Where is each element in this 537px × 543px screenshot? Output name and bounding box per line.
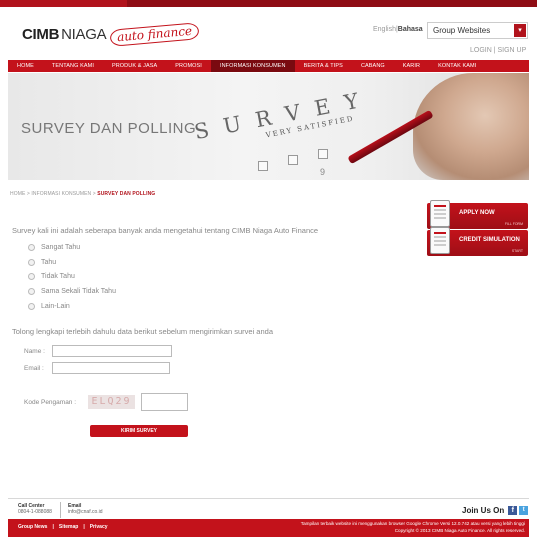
survey-option[interactable]: Lain-Lain bbox=[28, 299, 116, 314]
name-field[interactable] bbox=[52, 345, 172, 357]
radio-button[interactable] bbox=[28, 288, 35, 296]
lang-bahasa[interactable]: Bahasa bbox=[398, 26, 423, 33]
captcha-image: ELQ29 bbox=[88, 395, 135, 409]
credit-simulation-label: CREDIT SIMULATION bbox=[459, 237, 520, 243]
email-contact-value[interactable]: info@cnaf.co.id bbox=[68, 509, 103, 515]
banner-digit: 9 bbox=[320, 167, 326, 177]
logo-niaga: NIAGA bbox=[61, 26, 107, 43]
footer-link-sitemap[interactable]: Sitemap bbox=[59, 524, 78, 530]
document-icon bbox=[430, 200, 450, 227]
survey-option-label: Sangat Tahu bbox=[41, 243, 81, 251]
hand-image bbox=[413, 73, 529, 180]
email-label: Email : bbox=[24, 364, 44, 372]
captcha-input[interactable] bbox=[141, 393, 188, 411]
survey-options: Sangat Tahu Tahu Tidak Tahu Sama Sekali Tid… bbox=[28, 240, 116, 314]
apply-now-label: APPLY NOW bbox=[459, 210, 495, 216]
nav-item-informasi-konsumen[interactable]: INFORMASI KONSUMEN bbox=[210, 60, 295, 72]
security-row: Kode Pengaman : bbox=[24, 399, 76, 406]
chevron-down-icon: ▾ bbox=[514, 24, 526, 37]
survey-option-label: Tahu bbox=[41, 258, 57, 266]
footer-divider bbox=[8, 498, 529, 499]
calculator-icon bbox=[430, 227, 450, 254]
call-center-number: 0804-1-088088 bbox=[18, 509, 52, 515]
twitter-icon[interactable]: t bbox=[519, 506, 529, 515]
cimb-niaga-logo[interactable]: CIMB NIAGA auto finance bbox=[22, 22, 201, 47]
name-label: Name : bbox=[24, 347, 45, 355]
group-websites-select[interactable]: Group Websites ▾ bbox=[427, 22, 528, 39]
survey-option[interactable]: Sangat Tahu bbox=[28, 240, 116, 255]
survey-option[interactable]: Sama Sekali Tidak Tahu bbox=[28, 284, 116, 299]
email-field[interactable] bbox=[52, 362, 170, 374]
kirim-survey-button[interactable]: KIRIM SURVEY bbox=[90, 425, 188, 437]
footer-link-privacy[interactable]: Privacy bbox=[90, 524, 108, 530]
join-us: Join Us On f t bbox=[462, 506, 529, 515]
contact-divider bbox=[60, 502, 61, 518]
logo-cimb: CIMB bbox=[22, 26, 60, 43]
page-banner: SURVEY VERY SATISFIED 9 SURVEY DAN POLLI… bbox=[8, 73, 529, 180]
checkbox-graphic bbox=[258, 161, 268, 171]
breadcrumb-path[interactable]: HOME > INFORMASI KONSUMEN > bbox=[10, 191, 97, 197]
survey-option[interactable]: Tahu bbox=[28, 255, 116, 270]
email-contact: Email info@cnaf.co.id bbox=[68, 503, 103, 515]
survey-option-label: Tidak Tahu bbox=[41, 273, 75, 281]
facebook-icon[interactable]: f bbox=[508, 506, 518, 515]
footer-bar: Group News | Sitemap | Privacy Tampilan terb… bbox=[8, 519, 529, 537]
login-signup-link[interactable]: LOGIN | SIGN UP bbox=[470, 47, 526, 54]
form-instruction: Tolong lengkapi terlebih dahulu data ber… bbox=[12, 327, 273, 336]
breadcrumb: HOME > INFORMASI KONSUMEN > SURVEY DAN P… bbox=[10, 191, 155, 197]
email-row: Email : bbox=[24, 362, 170, 374]
main-nav: HOME TENTANG KAMI PRODUK & JASA PROMOSI INFO… bbox=[8, 60, 529, 72]
breadcrumb-current: SURVEY DAN POLLING bbox=[97, 191, 156, 197]
logo-auto-finance: auto finance bbox=[109, 22, 201, 47]
apply-now-button[interactable]: APPLY NOW FILL FORM bbox=[427, 200, 528, 229]
nav-item-cabang[interactable]: CABANG bbox=[352, 63, 394, 69]
survey-option-label: Sama Sekali Tidak Tahu bbox=[41, 288, 116, 296]
checkbox-graphic bbox=[288, 155, 298, 165]
footer-separator: | bbox=[83, 524, 85, 530]
nav-item-promosi[interactable]: PROMOSI bbox=[166, 63, 211, 69]
checkbox-graphic bbox=[318, 149, 328, 159]
survey-option[interactable]: Tidak Tahu bbox=[28, 270, 116, 285]
footer-separator: | bbox=[52, 524, 54, 530]
footer-copyright: Tampilan terbaik website ini menggunakan… bbox=[301, 521, 525, 534]
call-center: Call Center 0804-1-088088 bbox=[18, 503, 52, 515]
credit-simulation-sub: START bbox=[511, 249, 523, 253]
radio-button[interactable] bbox=[28, 258, 35, 266]
security-label: Kode Pengaman : bbox=[24, 399, 77, 406]
credit-simulation-button[interactable]: CREDIT SIMULATION START bbox=[427, 227, 528, 256]
nav-item-berita-tips[interactable]: BERITA & TIPS bbox=[295, 63, 352, 69]
footer-link-group-news[interactable]: Group News bbox=[18, 524, 47, 530]
footer-links: Group News | Sitemap | Privacy bbox=[18, 524, 108, 530]
survey-option-label: Lain-Lain bbox=[41, 303, 70, 311]
nav-item-kontak-kami[interactable]: KONTAK KAMI bbox=[429, 63, 485, 69]
survey-question: Survey kali ini adalah seberapa banyak a… bbox=[12, 226, 319, 235]
nav-item-tentang-kami[interactable]: TENTANG KAMI bbox=[43, 63, 103, 69]
page-title: SURVEY DAN POLLING bbox=[21, 120, 197, 137]
lang-english[interactable]: English bbox=[373, 26, 396, 33]
radio-button[interactable] bbox=[28, 243, 35, 251]
apply-now-sub: FILL FORM bbox=[504, 222, 523, 226]
radio-button[interactable] bbox=[28, 303, 35, 311]
nav-item-karir[interactable]: KARIR bbox=[394, 63, 429, 69]
name-row: Name : bbox=[24, 345, 172, 357]
nav-item-produk-jasa[interactable]: PRODUK & JASA bbox=[103, 63, 166, 69]
language-switcher: English|Bahasa bbox=[373, 26, 423, 33]
nav-item-home[interactable]: HOME bbox=[8, 63, 43, 69]
top-strip bbox=[0, 0, 537, 7]
browser-note: Tampilan terbaik website ini menggunakan… bbox=[300, 521, 525, 526]
radio-button[interactable] bbox=[28, 273, 35, 281]
copyright-text: Copyright © 2013 CIMB Niaga Auto Finance… bbox=[394, 527, 525, 533]
join-us-label: Join Us On bbox=[462, 506, 505, 515]
group-websites-value: Group Websites bbox=[433, 26, 491, 35]
